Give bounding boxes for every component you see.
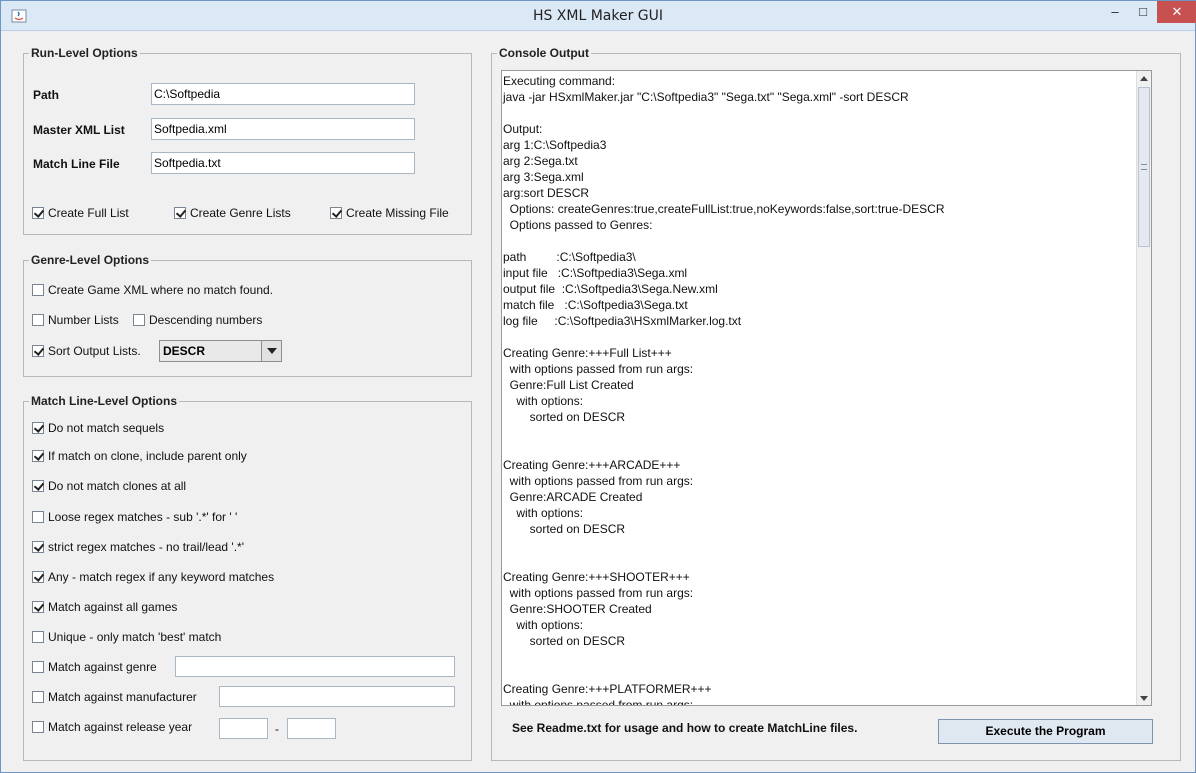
genre-level-options-group: Genre-Level Options Create Game XML wher… [23,253,472,377]
checkbox-box [32,480,44,492]
console-output-title: Console Output [497,46,591,60]
scroll-down-arrow-icon[interactable] [1137,691,1151,705]
title-bar: HS XML Maker GUI ‒ □ ✕ [1,1,1196,31]
match-line-file-input[interactable]: Softpedia.txt [151,152,415,174]
sort-order-value: DESCR [163,344,206,358]
app-window: HS XML Maker GUI ‒ □ ✕ Run-Level Options… [0,0,1196,773]
checkbox-box [32,207,44,219]
checkbox-box [32,631,44,643]
release-year-separator: - [275,722,279,736]
run-level-options-title: Run-Level Options [29,46,140,60]
release-year-from-input[interactable] [219,718,268,739]
maximize-button[interactable]: □ [1129,1,1157,23]
run-level-options-group: Run-Level Options Path C:\Softpedia Mast… [23,46,472,235]
checkbox-box [32,450,44,462]
minimize-button[interactable]: ‒ [1101,1,1129,23]
execute-program-button[interactable]: Execute the Program [938,719,1153,744]
match-manufacturer-input[interactable] [219,686,455,707]
client-area: Run-Level Options Path C:\Softpedia Mast… [7,32,1189,767]
console-output-area[interactable]: Executing command: java -jar HSxmlMaker.… [501,70,1152,706]
sort-order-select[interactable]: DESCR [159,340,282,362]
match-option-checkbox[interactable]: strict regex matches - no trail/lead '.*… [32,540,244,556]
window-title: HS XML Maker GUI [532,8,664,24]
match-release-year-checkbox[interactable]: Match against release year [32,720,192,736]
release-year-to-input[interactable] [287,718,336,739]
match-option-checkbox[interactable]: Do not match clones at all [32,479,186,495]
checkbox-box [32,345,44,357]
match-line-level-options-group: Match Line-Level Options Do not match se… [23,394,472,761]
match-manufacturer-checkbox[interactable]: Match against manufacturer [32,690,197,706]
checkbox-box [32,721,44,733]
create-genre-lists-checkbox[interactable]: Create Genre Lists [174,206,291,222]
number-lists-checkbox[interactable]: Number Lists [32,313,119,329]
checkbox-box [32,541,44,553]
chevron-down-icon[interactable] [261,341,281,361]
checkbox-box [32,314,44,326]
match-option-checkbox[interactable]: Any - match regex if any keyword matches [32,570,274,586]
master-xml-input[interactable]: Softpedia.xml [151,118,415,140]
create-game-xml-checkbox[interactable]: Create Game XML where no match found. [32,283,273,299]
match-option-checkbox[interactable]: Loose regex matches - sub '.*' for ' ' [32,510,237,526]
checkbox-box [32,601,44,613]
sort-output-lists-checkbox[interactable]: Sort Output Lists. [32,344,141,360]
checkbox-box [174,207,186,219]
path-input[interactable]: C:\Softpedia [151,83,415,105]
checkbox-box [133,314,145,326]
close-button[interactable]: ✕ [1157,1,1196,23]
scrollbar-thumb[interactable] [1138,87,1150,247]
checkbox-box [32,661,44,673]
master-xml-label: Master XML List [33,123,125,137]
match-genre-checkbox[interactable]: Match against genre [32,660,157,676]
checkbox-box [32,691,44,703]
descending-numbers-checkbox[interactable]: Descending numbers [133,313,262,329]
console-scrollbar[interactable] [1136,71,1151,705]
match-line-file-label: Match Line File [33,157,120,171]
checkbox-box [32,511,44,523]
checkbox-box [330,207,342,219]
match-option-checkbox[interactable]: Unique - only match 'best' match [32,630,221,646]
match-option-checkbox[interactable]: Do not match sequels [32,421,164,437]
checkbox-box [32,284,44,296]
genre-level-options-title: Genre-Level Options [29,253,152,267]
create-missing-file-checkbox[interactable]: Create Missing File [330,206,449,222]
match-line-level-options-title: Match Line-Level Options [29,394,180,408]
match-option-checkbox[interactable]: If match on clone, include parent only [32,449,247,465]
readme-hint: See Readme.txt for usage and how to crea… [512,721,858,735]
grip-icon [1141,164,1147,170]
create-full-list-checkbox[interactable]: Create Full List [32,206,129,222]
match-genre-input[interactable] [175,656,455,677]
checkbox-box [32,422,44,434]
path-label: Path [33,88,60,102]
scroll-up-arrow-icon[interactable] [1137,71,1151,85]
match-option-checkbox[interactable]: Match against all games [32,600,177,616]
checkbox-box [32,571,44,583]
console-text[interactable]: Executing command: java -jar HSxmlMaker.… [502,71,1136,705]
